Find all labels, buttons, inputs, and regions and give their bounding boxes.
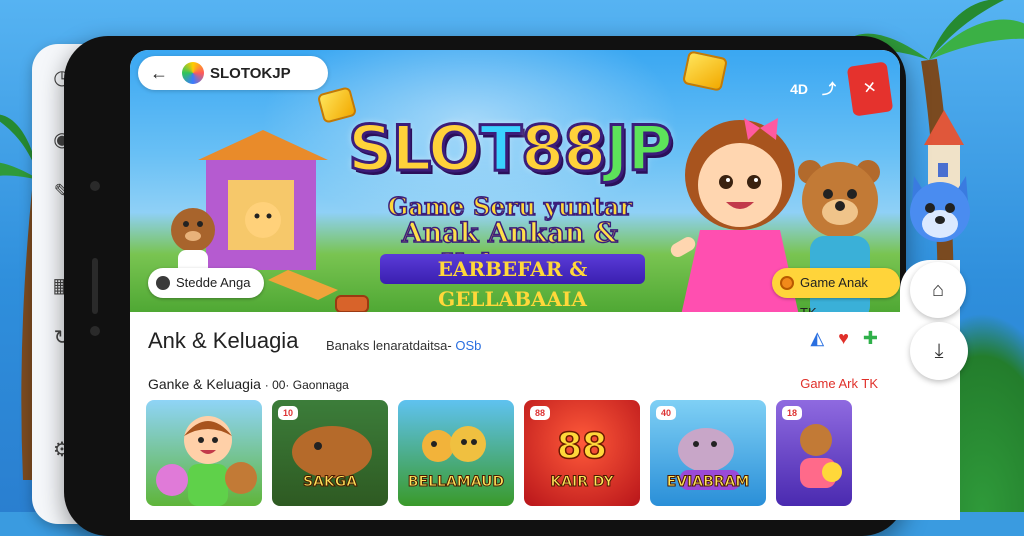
card-badge: 10 — [278, 406, 298, 420]
hero-title: SLOT88JP — [347, 111, 675, 187]
section-tagline: Banaks lenaratdaitsa- OSb — [326, 338, 481, 353]
card-label: EVIABRAM — [666, 474, 750, 491]
address-bar[interactable]: ← SLOTOKJP — [138, 56, 328, 90]
side-button — [92, 258, 98, 314]
hero-subtitle-3: EARBEFAR & GELLABAAIA — [380, 254, 645, 311]
app-store-icon[interactable]: ◭ — [810, 328, 824, 349]
card-badge: 18 — [782, 406, 802, 420]
hero-banner: ← SLOTOKJP 4D ⤴ ✕ SLOT88JP Game Seru yun… — [130, 50, 900, 320]
site-title: SLOTOKJP — [210, 65, 291, 82]
pill-button-right[interactable]: Game Anak TK — [772, 268, 900, 320]
row-title: Ganke & Keluagia · 00· Gaonnaga — [148, 376, 349, 392]
hero-subtitle-1: Game Seru yuntar — [387, 191, 633, 222]
content-section: Ank & Keluagia Banaks lenaratdaitsa- OSb… — [130, 312, 900, 520]
game-card[interactable]: 88 88 KAIR DY — [524, 400, 640, 506]
card-label: BELLAMAUD — [407, 474, 505, 491]
site-logo-icon — [182, 62, 204, 84]
home-icon[interactable]: ⌂ — [910, 262, 966, 318]
row-title-text: Ganke & Keluagia — [148, 376, 261, 392]
hero-top-actions: 4D ⤴ ✕ — [790, 61, 894, 117]
game-card-row: 10 SAKGA BELLAMAUD 88 88 KAIR DY 40 EVIA… — [146, 400, 852, 506]
row-title-suffix: · 00· Gaonnaga — [264, 378, 349, 392]
game-card[interactable] — [146, 400, 262, 506]
arrow-left-icon[interactable]: ← — [150, 62, 168, 84]
top-right-label[interactable]: 4D — [790, 81, 808, 97]
download-icon[interactable]: ⤓ — [910, 322, 968, 380]
card-label: KAIR DY — [550, 474, 614, 491]
search-icon — [156, 276, 170, 290]
section-title: Ank & Keluagia — [148, 328, 299, 353]
pill-button-left[interactable]: Stedde Anga — [148, 268, 265, 298]
kids-illustration — [156, 416, 257, 506]
section-tag-highlight: OSb — [455, 338, 482, 353]
game-card[interactable]: 10 SAKGA — [272, 400, 388, 506]
bird-characters-illustration — [422, 426, 486, 462]
card-big-number: 88 — [556, 425, 608, 468]
heart-icon[interactable]: ♥ — [838, 328, 849, 349]
sensor — [90, 326, 100, 336]
brick-block — [335, 295, 369, 313]
card-label: SAKGA — [302, 474, 358, 491]
game-card[interactable]: 40 EVIABRAM — [650, 400, 766, 506]
pill-left-label: Stedde Anga — [176, 275, 251, 290]
game-card[interactable]: 18 — [776, 400, 852, 506]
card-badge: 88 — [530, 406, 550, 420]
share-icon[interactable]: ⤴ — [822, 79, 836, 99]
section-app-icons: ◭ ♥ ✚ — [810, 328, 878, 349]
game-card[interactable]: BELLAMAUD — [398, 400, 514, 506]
gift-icon[interactable]: ✕ — [846, 61, 894, 117]
plus-icon[interactable]: ✚ — [863, 328, 878, 349]
coin-icon — [780, 276, 794, 290]
app-screen: ← SLOTOKJP 4D ⤴ ✕ SLOT88JP Game Seru yun… — [130, 50, 900, 520]
card-badge: 40 — [656, 406, 676, 420]
gold-coin — [681, 50, 729, 92]
section-tag-text: Banaks lenaratdaitsa- — [326, 338, 452, 353]
dog-mascot — [910, 176, 970, 242]
see-all-link[interactable]: Game Ark TK — [800, 376, 878, 391]
front-camera — [90, 181, 100, 191]
